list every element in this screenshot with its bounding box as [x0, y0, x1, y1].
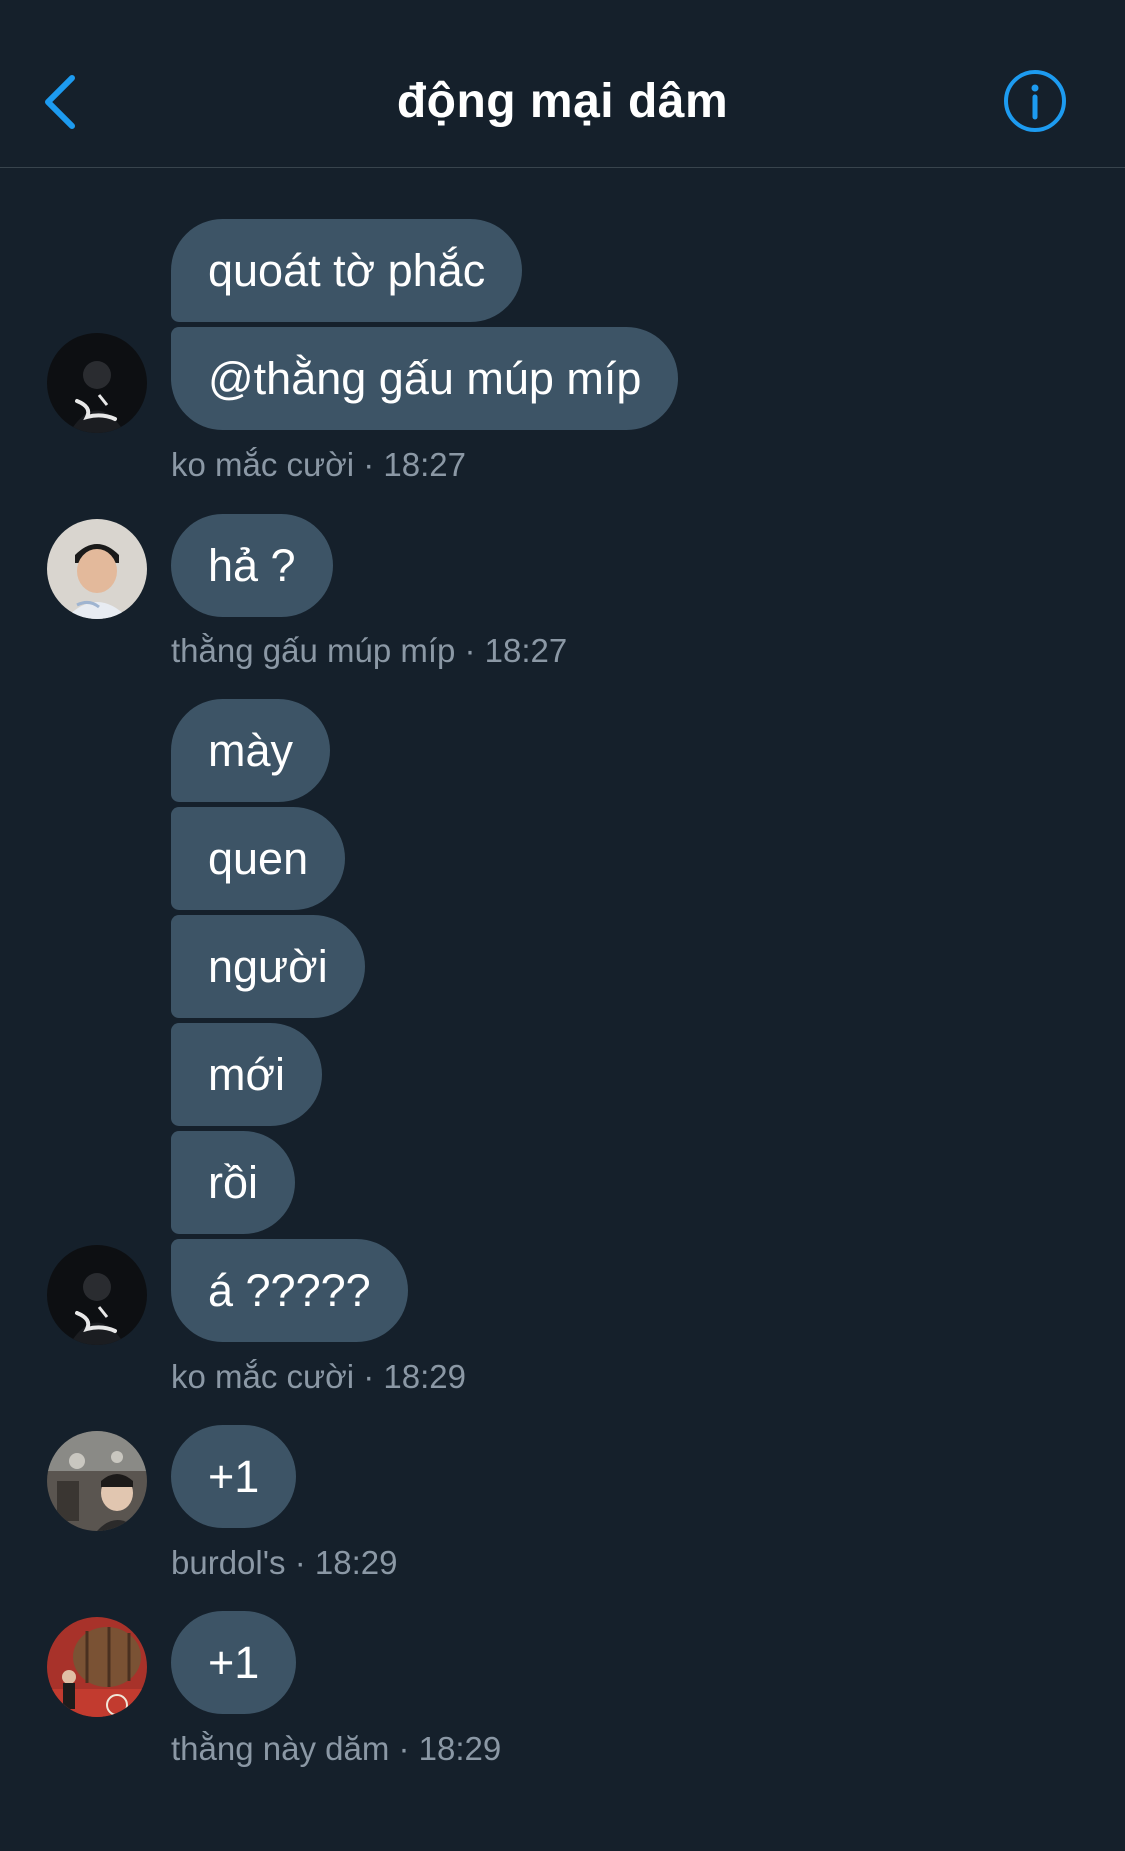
message-bubble[interactable]: hả ? [171, 514, 333, 617]
message-bubble[interactable]: +1 [171, 1611, 297, 1714]
message-bubble[interactable]: quen [171, 807, 346, 910]
message-meta: ko mắc cười · 18:29 [171, 1358, 467, 1395]
message-meta: thằng gấu múp míp · 18:27 [171, 632, 568, 669]
message-bubble[interactable]: mày [171, 699, 331, 802]
info-button[interactable] [1002, 68, 1068, 134]
avatar[interactable] [47, 1431, 147, 1531]
message-bubble[interactable]: người [171, 915, 365, 1018]
message-meta: thằng này dăm · 18:29 [171, 1730, 502, 1767]
avatar[interactable] [47, 1617, 147, 1717]
message-bubble[interactable]: á ????? [171, 1239, 408, 1342]
message-meta: ko mắc cười · 18:27 [171, 446, 467, 483]
avatar[interactable] [47, 519, 147, 619]
avatar[interactable] [47, 1245, 147, 1345]
message-bubble[interactable]: @thằng gấu múp míp [171, 327, 679, 430]
message-bubble[interactable]: rồi [171, 1131, 296, 1234]
message-bubble[interactable]: mới [171, 1023, 322, 1126]
conversation-title: động mại dâm [396, 75, 729, 128]
message-meta: burdol's · 18:29 [171, 1544, 398, 1581]
message-bubble[interactable]: +1 [171, 1425, 297, 1528]
chat-header: động mại dâm [0, 0, 1125, 168]
avatar[interactable] [47, 333, 147, 433]
info-circle-icon [1004, 70, 1066, 132]
message-bubble[interactable]: quoát tờ phắc [171, 219, 523, 322]
